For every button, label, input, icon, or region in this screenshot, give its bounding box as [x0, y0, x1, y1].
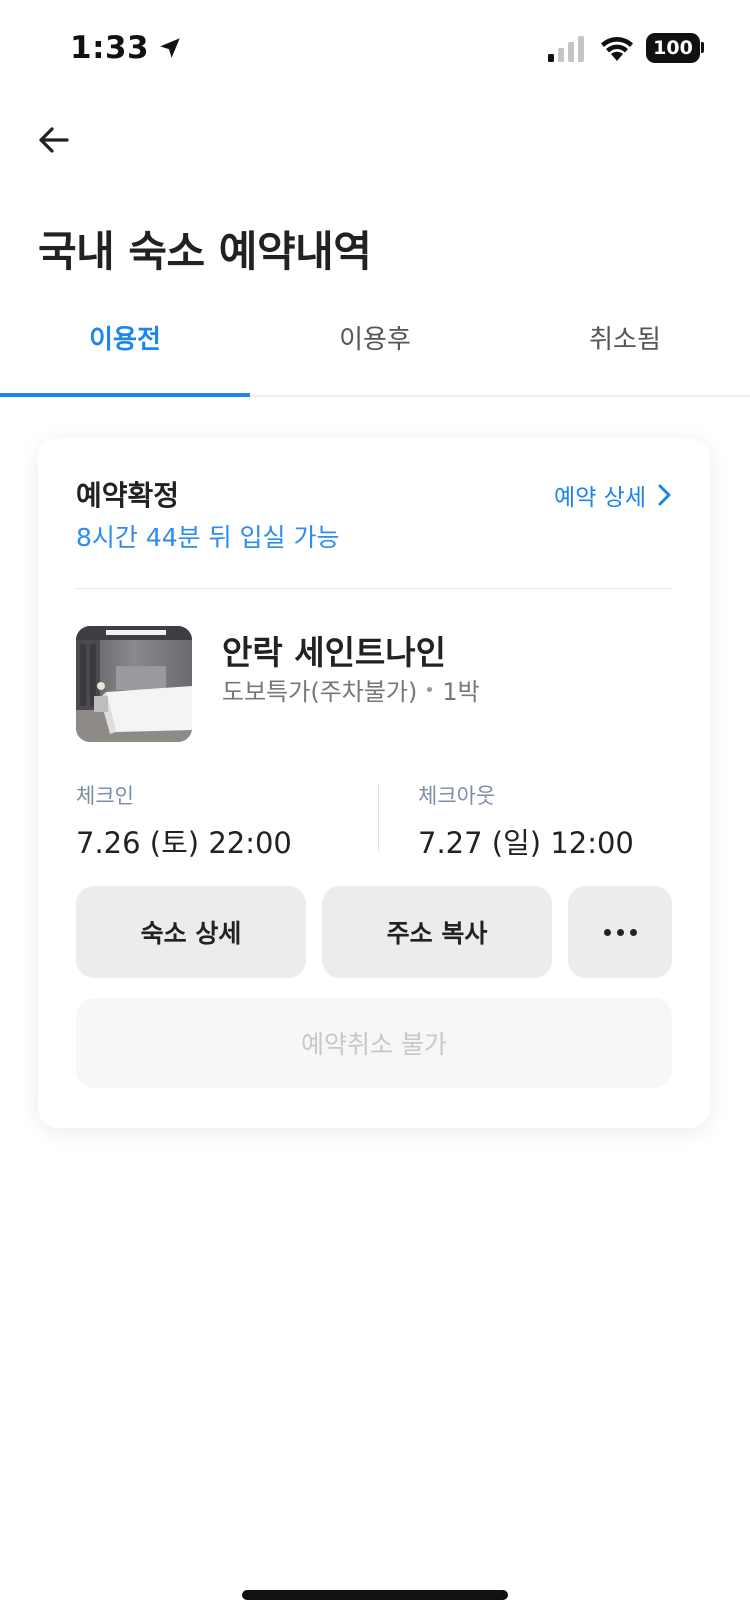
chevron-right-icon: [658, 484, 671, 506]
divider: [76, 588, 672, 589]
hotel-name: 안락 세인트나인: [222, 633, 447, 672]
hotel-thumbnail[interactable]: [76, 626, 192, 742]
hotel-room-image: [76, 626, 192, 742]
cancel-reservation-button: 예약취소 불가: [76, 998, 672, 1088]
wifi-icon: [601, 37, 633, 61]
more-horizontal-icon: [603, 928, 637, 936]
hotel-detail-button[interactable]: 숙소 상세: [76, 886, 306, 978]
battery-indicator: 100: [646, 33, 700, 63]
status-time-group: 1:33: [70, 30, 183, 66]
nights: 1박: [442, 678, 480, 706]
checkout-value: 7.27 (일) 12:00: [418, 826, 634, 860]
reservation-status: 예약확정: [76, 479, 180, 512]
tab-before-use[interactable]: 이용전: [0, 305, 250, 397]
date-divider: [378, 783, 379, 851]
reservation-detail-label: 예약 상세: [554, 485, 646, 511]
page-title: 국내 숙소 예약내역: [38, 227, 372, 276]
checkin-label: 체크인: [76, 784, 134, 808]
tab-bar: 이용전 이용후 취소됨: [0, 305, 750, 397]
copy-address-button[interactable]: 주소 복사: [322, 886, 552, 978]
reservation-detail-link[interactable]: 예약 상세: [554, 478, 672, 512]
more-options-button[interactable]: [568, 886, 672, 978]
back-button[interactable]: [34, 120, 74, 160]
reservation-card: 예약확정 8시간 44분 뒤 입실 가능 예약 상세 안락 세인트나인 도보특가…: [38, 438, 710, 1128]
status-bar: 1:33 100: [0, 0, 750, 90]
battery-level: 100: [653, 37, 693, 59]
screen: 1:33 100 국내 숙소 예약내역 이용전 이용후 취소됨 예약확정 8시간…: [0, 0, 750, 1623]
checkout-label: 체크아웃: [418, 784, 496, 808]
checkin-eta: 8시간 44분 뒤 입실 가능: [76, 523, 340, 552]
checkin-value: 7.26 (토) 22:00: [76, 826, 292, 860]
status-time: 1:33: [70, 30, 150, 66]
cellular-signal-icon: [548, 36, 584, 62]
tab-cancelled[interactable]: 취소됨: [500, 305, 750, 395]
checkin-block: 체크인 7.26 (토) 22:00: [76, 780, 292, 862]
hotel-meta: 도보특가(주차불가) 1박: [222, 672, 480, 707]
separator-dot: [427, 687, 433, 692]
checkout-block: 체크아웃 7.27 (일) 12:00: [418, 780, 634, 862]
tab-after-use[interactable]: 이용후: [250, 305, 500, 395]
arrow-left-icon: [39, 127, 69, 153]
room-type: 도보특가(주차불가): [222, 678, 418, 706]
location-arrow-icon: [160, 38, 180, 58]
battery-cap: [701, 42, 704, 53]
home-indicator: [242, 1590, 508, 1600]
